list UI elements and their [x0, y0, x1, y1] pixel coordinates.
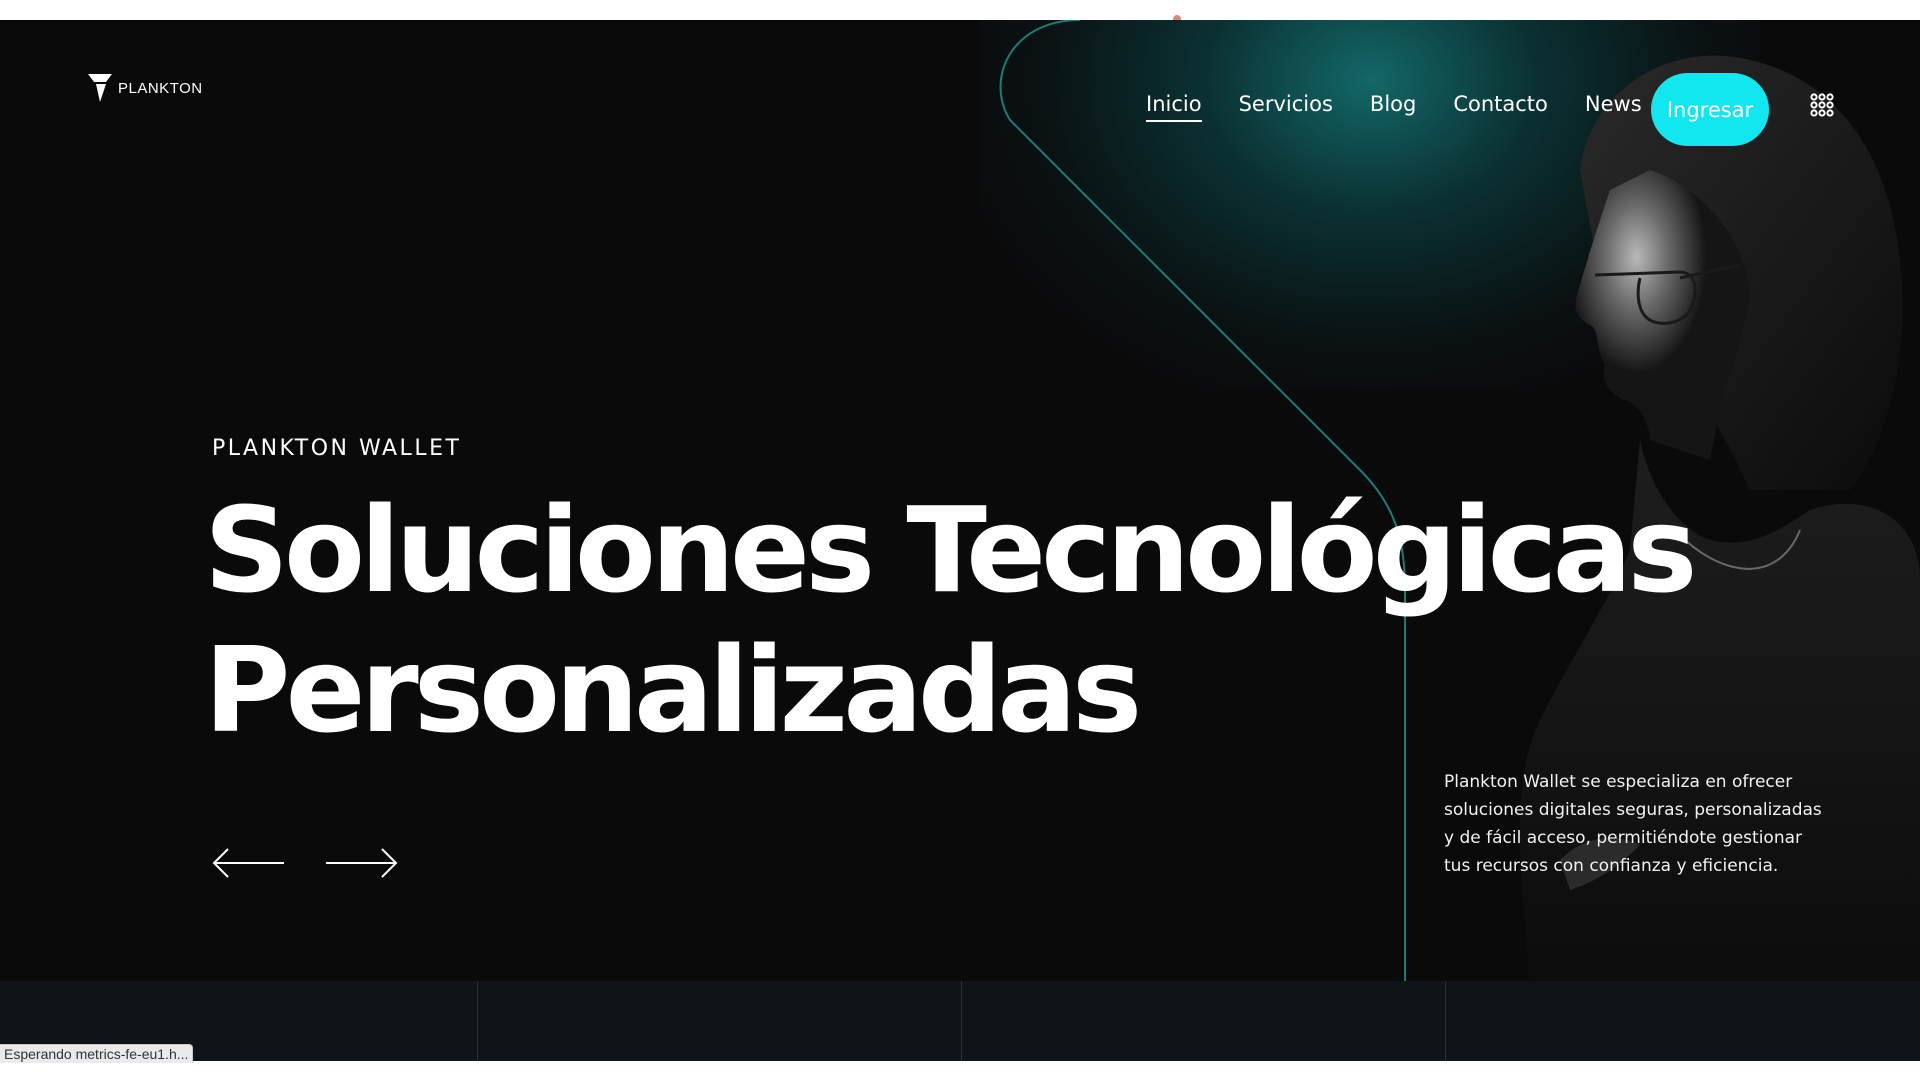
- hero-description: Plankton Wallet se especializa en ofrece…: [1444, 772, 1822, 876]
- column-divider: [1445, 981, 1446, 1061]
- login-button[interactable]: Ingresar: [1651, 73, 1769, 146]
- grid-dots-icon[interactable]: [1810, 93, 1840, 123]
- plankton-logo-icon: [88, 74, 112, 102]
- headline-line-1: Soluciones Tecnológicas: [204, 481, 1697, 619]
- hero-kicker: PLANKTON WALLET: [212, 436, 462, 461]
- page-bottom-edge: [0, 1061, 1920, 1080]
- hero-section: PLANKTON Inicio Servicios Blog Contacto …: [0, 20, 1920, 981]
- main-navigation: Inicio Servicios Blog Contacto News: [1146, 92, 1679, 122]
- column-divider: [961, 981, 962, 1061]
- brand-name: PLANKTON: [118, 79, 203, 97]
- headline-line-2: Personalizadas: [204, 621, 1142, 759]
- nav-item-news[interactable]: News: [1585, 92, 1642, 116]
- arrow-left-icon[interactable]: [210, 846, 286, 880]
- brand-logo[interactable]: PLANKTON: [86, 72, 203, 104]
- browser-status-bar: Esperando metrics-fe-eu1.h...: [0, 1044, 194, 1063]
- arrow-right-icon[interactable]: [324, 846, 400, 880]
- nav-item-inicio[interactable]: Inicio: [1146, 92, 1202, 122]
- nav-item-contacto[interactable]: Contacto: [1453, 92, 1548, 116]
- nav-item-servicios[interactable]: Servicios: [1239, 92, 1333, 116]
- hero-headline: Soluciones Tecnológicas Personalizadas: [204, 480, 1697, 760]
- browser-viewport: PLANKTON Inicio Servicios Blog Contacto …: [0, 0, 1920, 1080]
- features-strip: [0, 981, 1920, 1061]
- column-divider: [477, 981, 478, 1061]
- nav-item-blog[interactable]: Blog: [1370, 92, 1416, 116]
